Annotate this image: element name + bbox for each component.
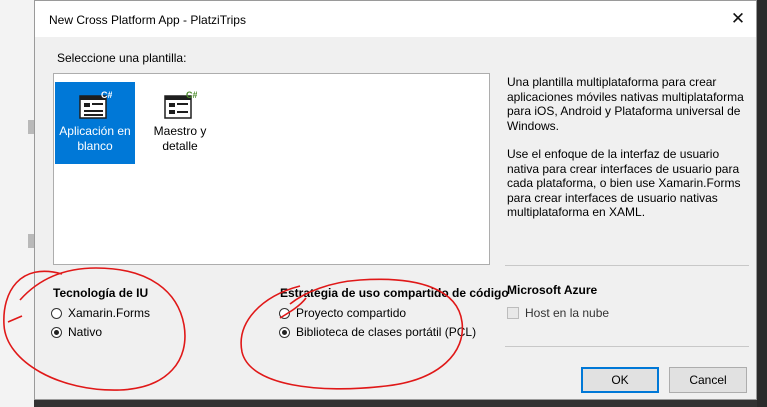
checkbox-label: Host en la nube <box>525 306 610 320</box>
azure-title: Microsoft Azure <box>507 283 598 297</box>
radio-button[interactable] <box>51 308 62 319</box>
template-blank-app[interactable]: C# Aplicación en blanco <box>55 82 135 164</box>
background-window <box>0 0 34 407</box>
radio-xamarin-forms[interactable]: Xamarin.Forms <box>51 306 150 322</box>
radio-label: Proyecto compartido <box>296 306 407 320</box>
radio-button[interactable] <box>279 308 290 319</box>
description-paragraph: Una plantilla multiplataforma para crear… <box>507 75 744 133</box>
divider <box>505 265 749 266</box>
template-master-detail[interactable]: C# Maestro y detalle <box>140 82 220 164</box>
svg-text:C#: C# <box>186 90 197 100</box>
ok-button[interactable]: OK <box>581 367 659 393</box>
template-label: Maestro y detalle <box>153 124 207 153</box>
templates-heading: Seleccione una plantilla: <box>57 51 187 65</box>
radio-label: Xamarin.Forms <box>68 306 151 320</box>
radio-nativo[interactable]: Nativo <box>51 325 102 341</box>
background-taskbar <box>34 400 757 407</box>
ui-tech-title: Tecnología de IU <box>53 286 149 300</box>
template-label: Aplicación en blanco <box>59 124 131 153</box>
cancel-button[interactable]: Cancel <box>669 367 747 393</box>
radio-button[interactable] <box>51 327 62 338</box>
radio-button[interactable] <box>279 327 290 338</box>
template-list[interactable]: C# Aplicación en blanco C# Maestro y det… <box>53 73 490 265</box>
close-icon[interactable]: ✕ <box>728 9 748 29</box>
description-paragraph: Use el enfoque de la interfaz de usuario… <box>507 147 741 219</box>
template-description: Una plantilla multiplataforma para crear… <box>507 75 747 234</box>
sharing-strategy-title: Estrategia de uso compartido de código <box>280 286 509 300</box>
new-project-dialog: New Cross Platform App - PlatziTrips ✕ S… <box>34 0 757 400</box>
background-window-dark <box>757 0 767 407</box>
master-detail-icon: C# <box>164 90 197 119</box>
svg-text:C#: C# <box>101 90 112 100</box>
radio-pcl[interactable]: Biblioteca de clases portátil (PCL) <box>279 325 476 341</box>
title-bar: New Cross Platform App - PlatziTrips ✕ <box>35 1 756 37</box>
radio-shared-project[interactable]: Proyecto compartido <box>279 306 406 322</box>
radio-label: Biblioteca de clases portátil (PCL) <box>296 325 477 339</box>
host-in-cloud-checkbox[interactable] <box>507 307 519 319</box>
host-in-cloud-option[interactable]: Host en la nube <box>507 306 609 320</box>
window-title: New Cross Platform App - PlatziTrips <box>49 13 246 27</box>
divider <box>505 346 749 347</box>
blank-app-icon: C# <box>79 90 112 119</box>
radio-label: Nativo <box>68 325 103 339</box>
